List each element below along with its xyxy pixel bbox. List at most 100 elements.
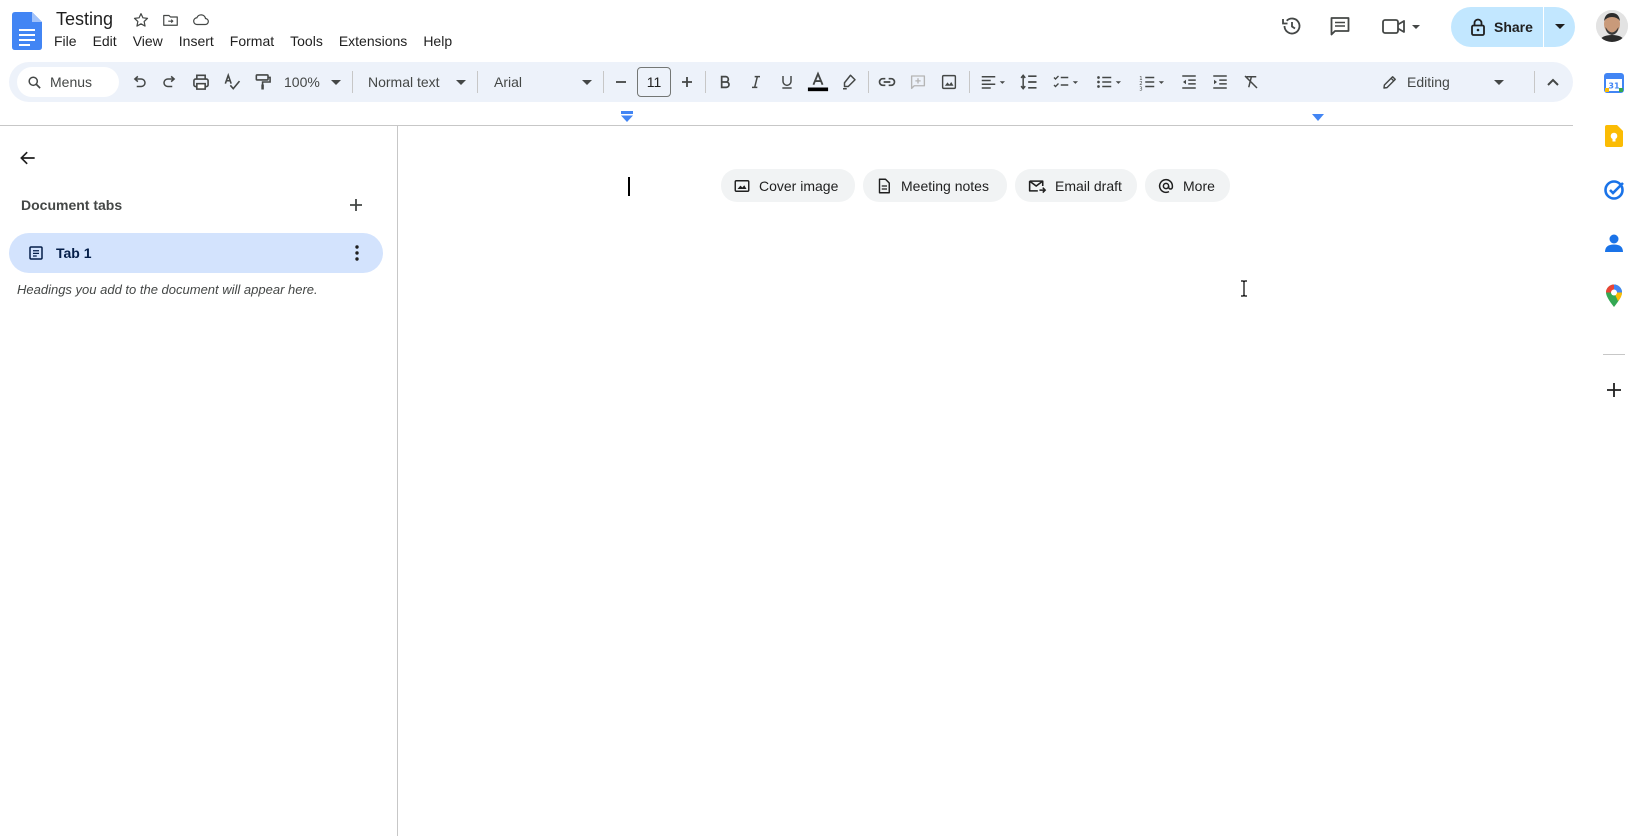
menu-help[interactable]: Help: [415, 31, 460, 55]
underline-icon[interactable]: [773, 68, 801, 96]
paragraph-style-value: Normal text: [368, 74, 440, 90]
chip-label: More: [1183, 177, 1215, 194]
menu-tools[interactable]: Tools: [282, 31, 331, 55]
chip-label: Meeting notes: [901, 177, 989, 194]
document-title[interactable]: Testing: [54, 8, 115, 31]
search-menus-label: Menus: [50, 74, 93, 90]
document-outline-panel: Document tabs Tab 1 Headings you add to …: [0, 126, 398, 836]
menu-edit[interactable]: Edit: [85, 31, 125, 55]
tasks-icon[interactable]: [1602, 178, 1626, 202]
decrease-indent-icon[interactable]: [1175, 68, 1203, 96]
comments-icon[interactable]: [1322, 10, 1358, 42]
chevron-down-icon: [1494, 80, 1504, 85]
cloud-saved-icon[interactable]: [190, 9, 212, 31]
maps-icon[interactable]: [1602, 284, 1626, 308]
chip-label: Email draft: [1055, 177, 1122, 194]
cover-image-chip[interactable]: Cover image: [721, 169, 855, 202]
undo-icon[interactable]: [125, 68, 153, 96]
paragraph-style-select[interactable]: Normal text: [366, 68, 468, 96]
document-tabs-heading: Document tabs: [21, 197, 123, 213]
lock-icon: [1471, 18, 1485, 36]
editing-mode-label: Editing: [1407, 74, 1450, 90]
share-dropdown-arrow-icon[interactable]: [1544, 7, 1575, 47]
italic-icon[interactable]: [742, 68, 770, 96]
search-menus-button[interactable]: Menus: [17, 67, 119, 97]
zoom-select[interactable]: 100%: [281, 68, 343, 96]
more-vert-icon[interactable]: [345, 241, 369, 265]
back-arrow-icon[interactable]: [14, 144, 42, 172]
headings-hint-text: Headings you add to the document will ap…: [17, 282, 318, 297]
top-bar: Testing File Edit View Insert Format Too…: [0, 0, 1636, 60]
pencil-icon: [1383, 76, 1396, 89]
checklist-icon[interactable]: [1046, 68, 1086, 96]
keep-icon[interactable]: [1602, 124, 1626, 148]
clear-formatting-icon[interactable]: [1237, 68, 1265, 96]
side-panel-divider: [1603, 354, 1625, 355]
meet-icon[interactable]: [1376, 10, 1426, 42]
bold-icon[interactable]: [711, 68, 739, 96]
insert-link-icon[interactable]: [873, 68, 901, 96]
share-main-button[interactable]: Share: [1451, 7, 1543, 47]
increase-font-size-icon[interactable]: [673, 68, 701, 96]
menu-file[interactable]: File: [46, 31, 85, 55]
zoom-value: 100%: [284, 74, 320, 90]
redo-icon[interactable]: [156, 68, 184, 96]
calendar-icon[interactable]: 31: [1602, 71, 1626, 95]
toolbar-divider: [352, 71, 353, 93]
meeting-notes-chip[interactable]: Meeting notes: [863, 169, 1007, 202]
collapse-menus-chevron-up-icon[interactable]: [1539, 68, 1567, 96]
print-icon[interactable]: [187, 68, 215, 96]
star-icon[interactable]: [130, 9, 152, 31]
decrease-font-size-icon[interactable]: [607, 68, 635, 96]
menu-view[interactable]: View: [125, 31, 171, 55]
email-icon: [1028, 179, 1047, 193]
menu-insert[interactable]: Insert: [171, 31, 222, 55]
text-cursor: [628, 177, 630, 196]
toolbar-divider: [705, 71, 706, 93]
menu-bar: File Edit View Insert Format Tools Exten…: [46, 31, 460, 55]
bulleted-list-icon[interactable]: [1089, 68, 1129, 96]
chevron-down-icon: [331, 80, 341, 85]
add-comment-icon: [904, 68, 932, 96]
numbered-list-icon[interactable]: 123: [1132, 68, 1172, 96]
right-indent-marker-icon[interactable]: [1312, 114, 1324, 122]
editing-mode-select[interactable]: Editing: [1369, 68, 1519, 96]
font-family-select[interactable]: Arial: [492, 68, 594, 96]
sidebar-item-tab-1[interactable]: Tab 1: [9, 233, 383, 273]
document-icon: [878, 178, 890, 193]
more-chip[interactable]: More: [1145, 169, 1230, 202]
contacts-icon[interactable]: [1602, 231, 1626, 255]
menu-extensions[interactable]: Extensions: [331, 31, 415, 55]
get-add-ons-plus-icon[interactable]: [1602, 378, 1626, 402]
menu-format[interactable]: Format: [222, 31, 282, 55]
share-button[interactable]: Share: [1451, 7, 1575, 47]
image-icon: [734, 179, 750, 192]
toolbar-divider: [603, 71, 604, 93]
tab-label: Tab 1: [56, 245, 92, 261]
toolbar-divider: [1534, 71, 1535, 93]
avatar[interactable]: [1596, 10, 1628, 42]
spellcheck-icon[interactable]: [218, 68, 246, 96]
add-tab-plus-icon[interactable]: [344, 193, 368, 217]
font-family-value: Arial: [494, 74, 523, 90]
chevron-down-icon: [456, 80, 466, 85]
insert-image-icon[interactable]: [935, 68, 963, 96]
search-icon: [28, 75, 41, 89]
version-history-icon[interactable]: [1274, 10, 1310, 42]
docs-logo-icon[interactable]: [12, 12, 42, 50]
line-spacing-icon[interactable]: [1015, 68, 1043, 96]
increase-indent-icon[interactable]: [1206, 68, 1234, 96]
highlight-color-icon[interactable]: [835, 68, 863, 96]
text-color-icon[interactable]: [804, 68, 832, 96]
at-sign-icon: [1158, 178, 1174, 193]
left-indent-marker-icon[interactable]: [620, 111, 634, 123]
paint-format-icon[interactable]: [249, 68, 277, 96]
svg-text:3: 3: [1139, 86, 1142, 91]
font-size-input[interactable]: 11: [637, 67, 671, 97]
move-to-folder-icon[interactable]: [159, 9, 181, 31]
chip-label: Cover image: [759, 177, 839, 194]
chevron-down-icon: [582, 80, 592, 85]
align-left-icon[interactable]: [973, 68, 1013, 96]
tab-document-icon: [27, 244, 45, 262]
email-draft-chip[interactable]: Email draft: [1015, 169, 1137, 202]
